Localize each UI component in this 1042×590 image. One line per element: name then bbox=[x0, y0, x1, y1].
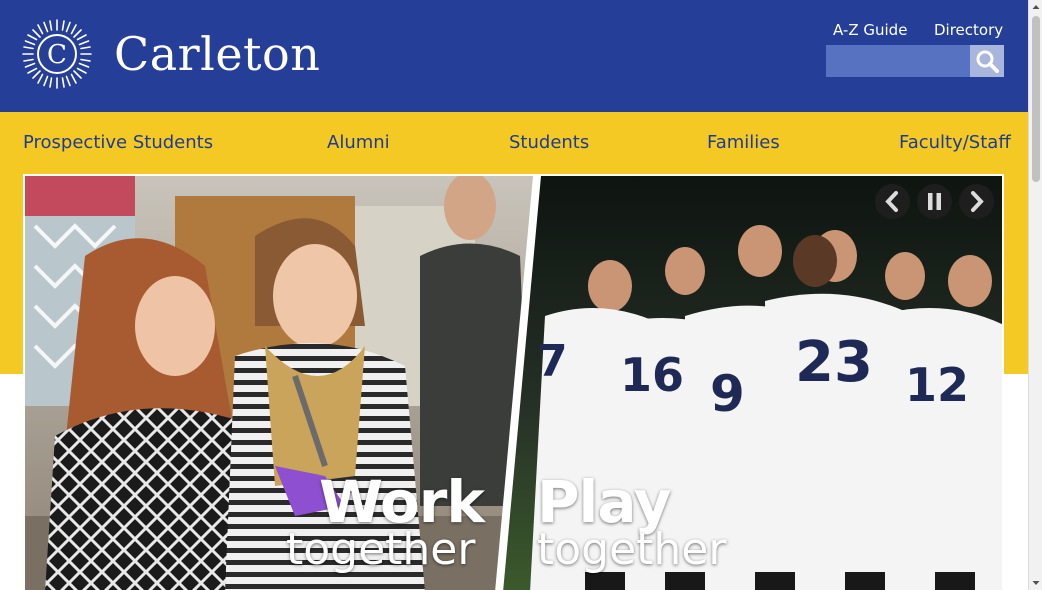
pause-icon bbox=[928, 193, 941, 210]
magnifier-icon bbox=[976, 50, 999, 73]
search-input[interactable] bbox=[826, 45, 970, 77]
hero-image: 16 23 9 12 7 bbox=[25, 176, 1002, 590]
caption-together-right: together bbox=[537, 524, 727, 575]
previous-slide-button[interactable] bbox=[875, 184, 910, 219]
site-header: C Carleton A-Z Guide Directory bbox=[0, 0, 1028, 112]
caption-together-left: together bbox=[286, 524, 476, 575]
page-scrollbar[interactable] bbox=[1028, 0, 1042, 590]
caption-work: Work bbox=[319, 468, 485, 536]
az-guide-link[interactable]: A-Z Guide bbox=[833, 20, 907, 40]
pause-slideshow-button[interactable] bbox=[917, 184, 952, 219]
logo-wordmark: Carleton bbox=[114, 27, 321, 81]
scrollbar-thumb[interactable] bbox=[1032, 16, 1040, 182]
jersey-number: 12 bbox=[905, 358, 969, 412]
hero-slideshow[interactable]: 16 23 9 12 7 Work together Play together bbox=[23, 174, 1004, 590]
search-button[interactable] bbox=[970, 45, 1004, 77]
jersey-number: 16 bbox=[620, 348, 684, 402]
nav-students[interactable]: Students bbox=[509, 131, 589, 155]
nav-families[interactable]: Families bbox=[707, 131, 780, 155]
caption-play: Play bbox=[537, 468, 672, 536]
chevron-right-icon bbox=[971, 191, 984, 212]
jersey-number: 9 bbox=[710, 365, 745, 423]
nav-alumni[interactable]: Alumni bbox=[327, 131, 390, 155]
nav-prospective-students[interactable]: Prospective Students bbox=[23, 131, 213, 155]
seal-letter: C bbox=[47, 40, 67, 70]
sunburst-seal-icon: C bbox=[22, 19, 92, 89]
jersey-number: 23 bbox=[795, 330, 873, 395]
directory-link[interactable]: Directory bbox=[934, 20, 1003, 40]
chevron-left-icon bbox=[885, 191, 898, 212]
jersey-number: 7 bbox=[537, 336, 568, 387]
scroll-down-arrow-icon[interactable] bbox=[1029, 576, 1042, 590]
scroll-up-arrow-icon[interactable] bbox=[1029, 0, 1042, 14]
nav-faculty-staff[interactable]: Faculty/Staff bbox=[899, 131, 1011, 155]
next-slide-button[interactable] bbox=[959, 184, 994, 219]
